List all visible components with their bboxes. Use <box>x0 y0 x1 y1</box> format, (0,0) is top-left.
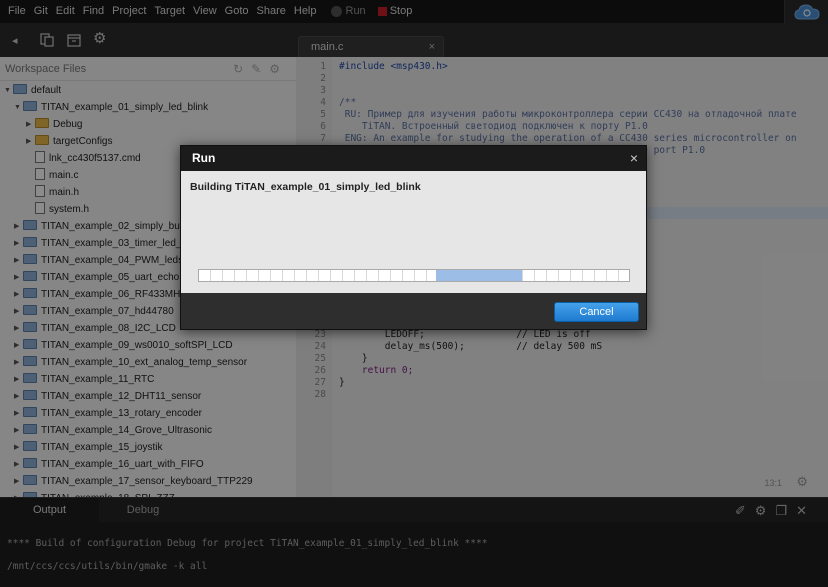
progress-bar <box>198 269 630 282</box>
dialog-message: Building TiTAN_example_01_simply_led_bli… <box>190 181 421 193</box>
ide-window: File Git Edit Find Project Target View G… <box>0 0 828 587</box>
dialog-footer: Cancel <box>181 293 646 329</box>
dialog-body: Building TiTAN_example_01_simply_led_bli… <box>181 171 646 293</box>
close-icon[interactable]: × <box>630 146 638 171</box>
cancel-button[interactable]: Cancel <box>554 302 639 322</box>
dialog-title: Run <box>192 151 216 165</box>
progress-fill <box>436 270 522 281</box>
dialog-header: Run × <box>181 146 646 171</box>
run-dialog: Run × Building TiTAN_example_01_simply_l… <box>180 145 647 330</box>
